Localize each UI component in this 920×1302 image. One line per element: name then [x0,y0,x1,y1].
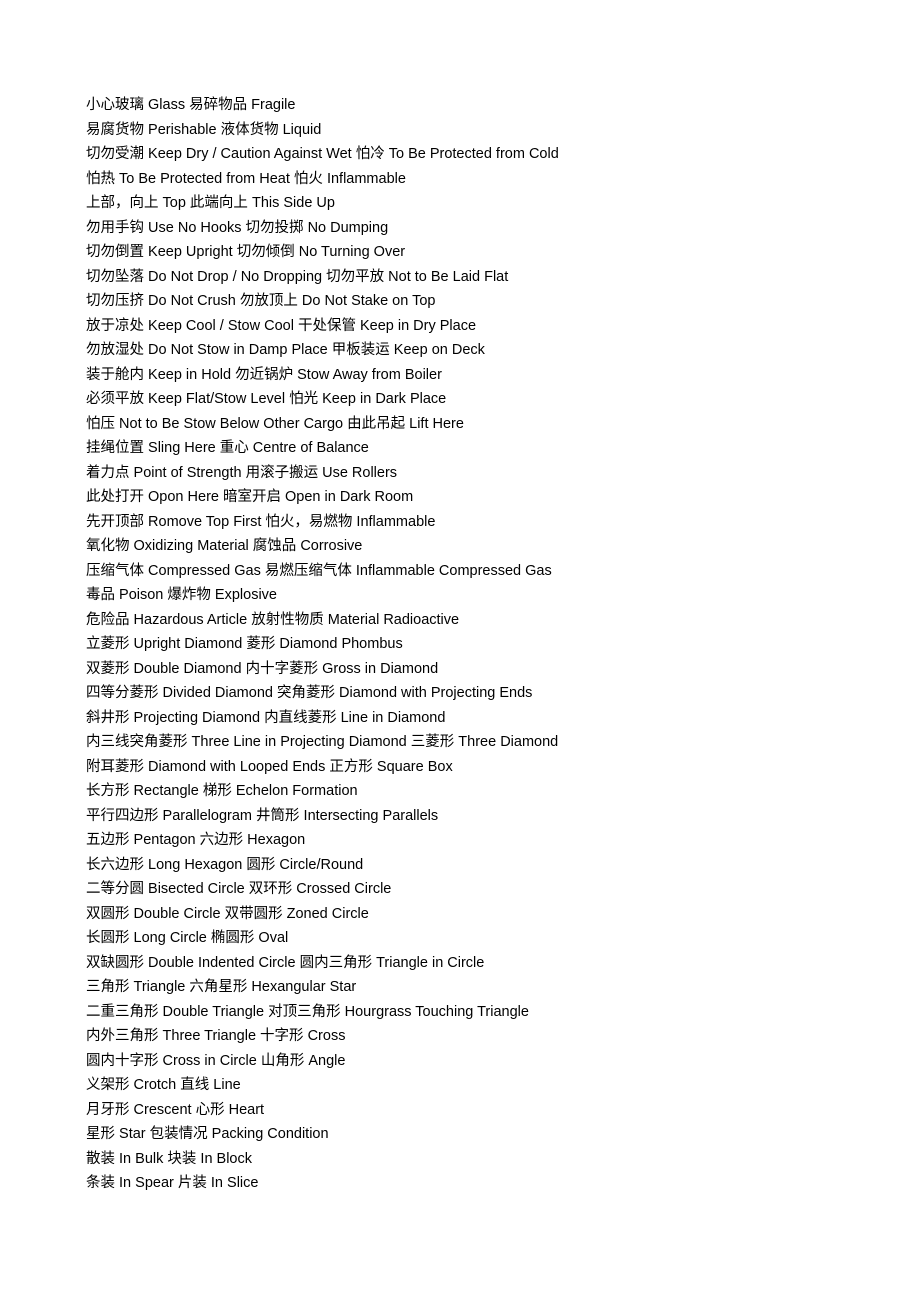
glossary-line: 必须平放 Keep Flat/Stow Level 怕光 Keep in Dar… [86,391,447,407]
document-page: 小心玻璃 Glass 易碎物品 Fragile 易腐货物 Perishable 液… [0,0,920,1302]
glossary-line: 月牙形 Crescent 心形 Heart [86,1101,265,1118]
glossary-line: 四等分菱形 Divided Diamond 突角菱形 Diamond with … [86,685,533,701]
glossary-line: 内外三角形 Three Triangle 十字形 Cross [86,1028,346,1044]
glossary-text-block: 小心玻璃 Glass 易碎物品 Fragile 易腐货物 Perishable 液… [86,93,876,1196]
glossary-line: 长圆形 Long Circle 椭圆形 Oval [86,930,289,946]
glossary-line: 三角形 Triangle 六角星形 Hexangular Star [86,979,357,995]
glossary-line: 星形 Star 包装情况 Packing Condition [86,1126,329,1142]
glossary-line: 散装 In Bulk 块装 In Block [86,1150,252,1167]
glossary-line: 先开顶部 Romove Top First 怕火，易燃物 Inflammable [86,513,436,530]
glossary-line: 斜井形 Projecting Diamond 内直线菱形 Line in Dia… [86,709,446,726]
glossary-line: 压缩气体 Compressed Gas 易燃压缩气体 Inflammable C… [86,562,552,579]
glossary-line: 义架形 Crotch 直线 Line [86,1077,241,1093]
glossary-line: 着力点 Point of Strength 用滚子搬运 Use Rollers [86,464,398,481]
glossary-line: 怕热 To Be Protected from Heat 怕火 Inflamma… [86,170,406,187]
glossary-line: 此处打开 Opon Here 暗室开启 Open in Dark Room [86,489,414,505]
glossary-line: 怕压 Not to Be Stow Below Other Cargo 由此吊起… [86,415,464,432]
glossary-line: 内三线突角菱形 Three Line in Projecting Diamond… [86,734,559,750]
glossary-line: 易腐货物 Perishable 液体货物 Liquid [86,121,322,138]
glossary-line: 平行四边形 Parallelogram 井筒形 Intersecting Par… [86,807,439,824]
glossary-line: 危险品 Hazardous Article 放射性物质 Material Rad… [86,611,460,628]
glossary-line: 双圆形 Double Circle 双带圆形 Zoned Circle [86,905,369,922]
glossary-line: 切勿坠落 Do Not Drop / No Dropping 切勿平放 Not … [86,268,509,285]
glossary-line: 装于舱内 Keep in Hold 勿近锅炉 Stow Away from Bo… [86,366,442,383]
glossary-line: 切勿压挤 Do Not Crush 勿放顶上 Do Not Stake on T… [86,293,436,309]
glossary-line: 长六边形 Long Hexagon 圆形 Circle/Round [86,856,364,873]
glossary-line: 挂绳位置 Sling Here 重心 Centre of Balance [86,440,369,456]
glossary-line: 切勿倒置 Keep Upright 切勿倾倒 No Turning Over [86,244,406,260]
glossary-line: 二等分圆 Bisected Circle 双环形 Crossed Circle [86,881,392,897]
glossary-line: 条装 In Spear 片装 In Slice [86,1175,259,1191]
glossary-line: 勿用手钩 Use No Hooks 切勿投掷 No Dumping [86,219,389,236]
glossary-line: 双缺圆形 Double Indented Circle 圆内三角形 Triang… [86,954,485,971]
glossary-line: 切勿受潮 Keep Dry / Caution Against Wet 怕冷 T… [86,146,559,162]
glossary-line: 长方形 Rectangle 梯形 Echelon Formation [86,783,358,799]
glossary-line: 氧化物 Oxidizing Material 腐蚀品 Corrosive [86,538,363,554]
glossary-line: 立菱形 Upright Diamond 菱形 Diamond Phombus [86,636,403,652]
glossary-line: 放于凉处 Keep Cool / Stow Cool 干处保管 Keep in … [86,317,477,334]
glossary-line: 勿放湿处 Do Not Stow in Damp Place 甲板装运 Keep… [86,342,485,358]
glossary-line: 上部，向上 Top 此端向上 This Side Up [86,195,335,211]
glossary-line: 附耳菱形 Diamond with Looped Ends 正方形 Square… [86,758,453,775]
glossary-line: 圆内十字形 Cross in Circle 山角形 Angle [86,1052,346,1069]
glossary-line: 二重三角形 Double Triangle 对顶三角形 Hourgrass To… [86,1003,529,1020]
glossary-line: 小心玻璃 Glass 易碎物品 Fragile [86,97,296,113]
glossary-line: 双菱形 Double Diamond 内十字菱形 Gross in Diamon… [86,660,439,677]
glossary-line: 毒品 Poison 爆炸物 Explosive [86,587,277,603]
glossary-line: 五边形 Pentagon 六边形 Hexagon [86,832,306,848]
